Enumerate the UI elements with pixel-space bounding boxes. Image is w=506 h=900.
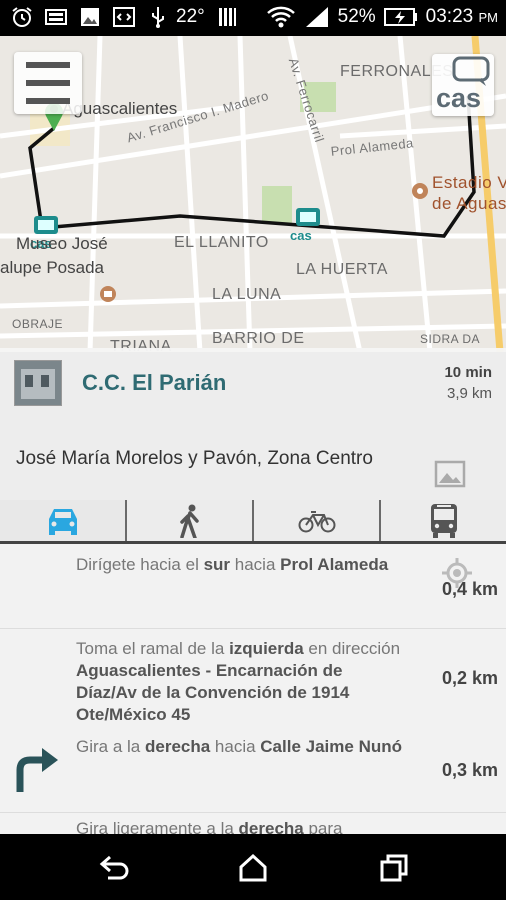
back-icon[interactable] bbox=[98, 852, 130, 884]
temperature: 22° bbox=[176, 6, 205, 27]
destination-panel: C.C. El Parián 10 min 3,9 km José María … bbox=[0, 348, 506, 500]
step-street: Calle Jaime Nunó bbox=[260, 737, 402, 756]
step-text: hacia bbox=[210, 737, 261, 756]
step-street: Aguascalientes - Encarnación de Díaz/Av … bbox=[76, 661, 350, 724]
step-instruction: Dirígete hacia el sur hacia Prol Alameda bbox=[76, 554, 406, 576]
divider bbox=[0, 628, 506, 629]
eta-distance: 3,9 km bbox=[446, 385, 492, 402]
menu-bar-icon bbox=[26, 98, 70, 104]
status-bar-notifications: 22° bbox=[10, 5, 239, 29]
eta-box: 10 min 3,9 km bbox=[444, 364, 492, 402]
step-text: Dirígete hacia el bbox=[76, 555, 204, 574]
stadium-poi-icon[interactable] bbox=[412, 183, 428, 199]
place-title: C.C. El Parián bbox=[82, 370, 227, 395]
cas-logo-text: cas bbox=[436, 83, 482, 113]
tab-car[interactable] bbox=[0, 500, 127, 541]
cellular-icon bbox=[305, 7, 328, 27]
step-text: hacia bbox=[230, 555, 281, 574]
map-view[interactable]: cas cas Aguascalientes FERRONALES Av. Fr… bbox=[0, 36, 506, 352]
usb-icon bbox=[152, 7, 164, 28]
park-area bbox=[262, 186, 292, 224]
step-direction: sur bbox=[203, 555, 231, 574]
list-item[interactable]: Dirígete hacia el sur hacia Prol Alameda… bbox=[0, 544, 506, 618]
list-item[interactable]: Gira ligeramente a la derecha para bbox=[0, 818, 506, 834]
step-text: en dirección bbox=[303, 639, 401, 658]
step-instruction: Toma el ramal de la izquierda en direcci… bbox=[76, 638, 406, 726]
tab-walk[interactable] bbox=[127, 500, 254, 541]
step-text: Gira a la bbox=[76, 737, 145, 756]
bus-icon bbox=[430, 503, 457, 538]
building-photo-icon bbox=[15, 361, 61, 405]
alarm-clock-icon bbox=[12, 7, 32, 27]
transport-mode-tabs bbox=[0, 500, 506, 544]
home-icon[interactable] bbox=[237, 852, 269, 884]
map-label-museo-2: alupe Posada bbox=[0, 258, 104, 277]
menu-bar-icon bbox=[26, 80, 70, 86]
step-street: Prol Alameda bbox=[280, 555, 389, 574]
code-icon bbox=[113, 7, 135, 27]
step-instruction: Gira a la derecha hacia Calle Jaime Nunó bbox=[76, 736, 406, 758]
step-text: para bbox=[303, 819, 343, 834]
map-label-sidrada: SIDRA DA bbox=[420, 332, 481, 346]
photo-icon[interactable] bbox=[432, 456, 468, 492]
bike-icon bbox=[298, 510, 335, 532]
clock-ampm: PM bbox=[478, 10, 499, 25]
car-icon bbox=[48, 508, 77, 535]
list-item[interactable]: Toma el ramal de la izquierda en direcci… bbox=[0, 630, 506, 730]
hamburger-menu-button[interactable] bbox=[14, 52, 82, 114]
step-distance: 0,2 km bbox=[441, 668, 498, 688]
map-label-la-huerta: LA HUERTA bbox=[296, 261, 388, 278]
map-label-el-llanito: EL LLANITO bbox=[174, 234, 269, 251]
chat-bubble-icon bbox=[452, 56, 490, 86]
map-label-estadio-2: de Aguas bbox=[432, 194, 506, 213]
museum-poi-icon[interactable] bbox=[100, 286, 116, 302]
step-direction: izquierda bbox=[229, 639, 304, 658]
map-label-obraje: OBRAJE bbox=[12, 317, 64, 331]
cas-marker-label: cas bbox=[290, 228, 312, 243]
step-direction: derecha bbox=[144, 737, 211, 756]
recent-apps-icon[interactable] bbox=[378, 852, 410, 884]
directions-list[interactable]: Dirígete hacia el sur hacia Prol Alameda… bbox=[0, 544, 506, 834]
signal-bars-icon bbox=[218, 8, 236, 26]
place-thumbnail[interactable] bbox=[14, 360, 62, 406]
battery-percent: 52% bbox=[337, 6, 376, 27]
turn-right-arrow-icon bbox=[16, 748, 58, 792]
status-bar-system: 52% 03:23 PM bbox=[266, 4, 498, 30]
system-navigation-bar bbox=[0, 834, 506, 900]
image-icon bbox=[81, 8, 99, 26]
status-bar: 22° 52% 03:23 PM bbox=[0, 0, 506, 36]
step-text: Toma el ramal de la bbox=[76, 639, 230, 658]
step-direction: derecha bbox=[238, 819, 304, 834]
wifi-icon bbox=[266, 6, 295, 28]
map-label-la-luna: LA LUNA bbox=[212, 286, 282, 303]
clock: 03:23 PM bbox=[426, 6, 498, 28]
place-address: José María Morelos y Pavón, Zona Centro bbox=[16, 448, 373, 469]
tab-bus[interactable] bbox=[381, 500, 506, 541]
list-item[interactable]: Gira a la derecha hacia Calle Jaime Nunó… bbox=[0, 730, 506, 800]
clock-time: 03:23 bbox=[425, 6, 474, 27]
cas-logo-button[interactable]: cas bbox=[432, 54, 494, 116]
tab-bike[interactable] bbox=[254, 500, 381, 541]
step-text: Gira ligeramente a la bbox=[76, 819, 239, 834]
map-label-estadio-1: Estadio V bbox=[432, 173, 506, 192]
battery-charging-icon bbox=[383, 8, 417, 26]
my-location-icon[interactable] bbox=[440, 556, 474, 590]
step-distance: 0,3 km bbox=[441, 760, 498, 780]
walk-icon bbox=[179, 504, 199, 538]
menu-bar-icon bbox=[26, 62, 70, 68]
divider bbox=[0, 812, 506, 813]
eta-time: 10 min bbox=[444, 364, 492, 381]
map-label-museo-1: Museo José bbox=[16, 234, 108, 253]
map-label-barrio-de: BARRIO DE bbox=[212, 330, 305, 347]
keyboard-icon bbox=[45, 9, 67, 25]
step-instruction: Gira ligeramente a la derecha para bbox=[76, 818, 406, 834]
